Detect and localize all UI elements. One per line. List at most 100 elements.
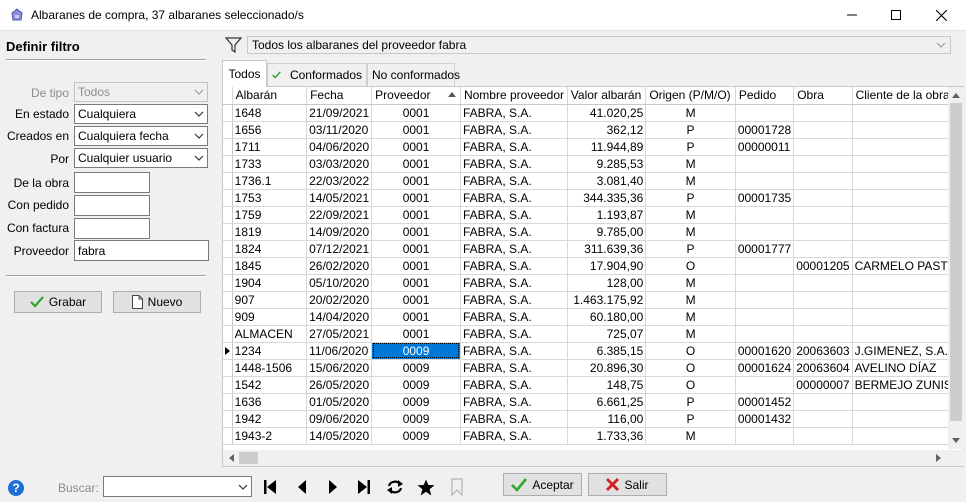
accept-button[interactable]: Aceptar bbox=[503, 473, 582, 496]
origen-cell[interactable]: P bbox=[645, 121, 736, 139]
row-indicator[interactable] bbox=[223, 274, 233, 292]
nombre-proveedor-cell[interactable]: FABRA, S.A. bbox=[460, 376, 568, 394]
valor-albaran-cell[interactable]: 6.661,25 bbox=[567, 393, 647, 411]
valor-albaran-cell[interactable]: 362,12 bbox=[567, 121, 647, 139]
proveedor-cell[interactable]: 0001 bbox=[371, 223, 461, 241]
proveedor-cell[interactable]: 0001 bbox=[371, 325, 461, 343]
column-header[interactable]: Obra bbox=[793, 87, 853, 105]
table-row[interactable]: 1448-1506 15/06/2020 0009 FABRA, S.A. 20.896… bbox=[223, 359, 963, 377]
column-header[interactable]: Cliente de la obra bbox=[852, 87, 963, 105]
row-indicator[interactable] bbox=[223, 427, 233, 445]
exit-button[interactable]: Salir bbox=[588, 473, 667, 496]
pedido-cell[interactable] bbox=[735, 172, 795, 190]
table-row[interactable]: 1753 14/05/2021 0001 FABRA, S.A. 344.335,36 P… bbox=[223, 189, 963, 207]
origen-cell[interactable]: P bbox=[645, 138, 736, 156]
nombre-proveedor-cell[interactable]: FABRA, S.A. bbox=[460, 121, 568, 139]
cliente-obra-cell[interactable]: AVELINO DÍAZ bbox=[852, 359, 963, 377]
valor-albaran-cell[interactable]: 148,75 bbox=[567, 376, 647, 394]
nombre-proveedor-cell[interactable]: FABRA, S.A. bbox=[460, 274, 568, 292]
cliente-obra-cell[interactable] bbox=[852, 325, 963, 343]
row-indicator[interactable] bbox=[223, 257, 233, 275]
pedido-cell[interactable] bbox=[735, 104, 795, 122]
table-row[interactable]: 909 14/04/2020 0001 FABRA, S.A. 60.180,00 M bbox=[223, 308, 963, 326]
albaran-cell[interactable]: 1234 bbox=[232, 342, 308, 360]
row-indicator[interactable] bbox=[223, 104, 233, 122]
cliente-obra-cell[interactable] bbox=[852, 410, 963, 428]
row-indicator[interactable] bbox=[223, 172, 233, 190]
vertical-scroll-thumb[interactable] bbox=[950, 103, 962, 421]
proveedor-cell[interactable]: 0001 bbox=[371, 240, 461, 258]
row-indicator[interactable] bbox=[223, 206, 233, 224]
nombre-proveedor-cell[interactable]: FABRA, S.A. bbox=[460, 342, 568, 360]
proveedor-cell[interactable]: 0001 bbox=[371, 138, 461, 156]
cliente-obra-cell[interactable] bbox=[852, 189, 963, 207]
nombre-proveedor-cell[interactable]: FABRA, S.A. bbox=[460, 359, 568, 377]
valor-albaran-cell[interactable]: 344.335,36 bbox=[567, 189, 647, 207]
row-indicator[interactable] bbox=[223, 393, 233, 411]
obra-cell[interactable] bbox=[793, 155, 853, 173]
nombre-proveedor-cell[interactable]: FABRA, S.A. bbox=[460, 257, 568, 275]
table-row[interactable]: 1736.1 22/03/2022 0001 FABRA, S.A. 3.081,40 M bbox=[223, 172, 963, 190]
cliente-obra-cell[interactable] bbox=[852, 172, 963, 190]
albaran-cell[interactable]: 909 bbox=[232, 308, 308, 326]
albaran-cell[interactable]: 1648 bbox=[232, 104, 308, 122]
proveedor-cell[interactable]: 0009 bbox=[371, 410, 461, 428]
column-header[interactable]: Valor albarán bbox=[567, 87, 647, 105]
fecha-cell[interactable]: 03/11/2020 bbox=[306, 121, 373, 139]
albaran-cell[interactable]: 1711 bbox=[232, 138, 308, 156]
proveedor-cell[interactable]: 0001 bbox=[371, 189, 461, 207]
table-row[interactable]: ALMACEN 27/05/2021 0001 FABRA, S.A. 725,07 M bbox=[223, 325, 963, 343]
obra-cell[interactable] bbox=[793, 427, 853, 445]
table-row[interactable]: 1711 04/06/2020 0001 FABRA, S.A. 11.944,89 P 0… bbox=[223, 138, 963, 156]
obra-cell[interactable] bbox=[793, 138, 853, 156]
pedido-cell[interactable] bbox=[735, 257, 795, 275]
origen-cell[interactable]: O bbox=[645, 342, 736, 360]
fecha-cell[interactable]: 07/12/2021 bbox=[306, 240, 373, 258]
minimize-button[interactable] bbox=[829, 0, 875, 30]
pedido-cell[interactable] bbox=[735, 376, 795, 394]
albaran-cell[interactable]: 1733 bbox=[232, 155, 308, 173]
albaran-cell[interactable]: 1736.1 bbox=[232, 172, 308, 190]
table-row[interactable]: 1819 14/09/2020 0001 FABRA, S.A. 9.785,00 M bbox=[223, 223, 963, 241]
table-row[interactable]: 1733 03/03/2020 0001 FABRA, S.A. 9.285,53 M bbox=[223, 155, 963, 173]
valor-albaran-cell[interactable]: 60.180,00 bbox=[567, 308, 647, 326]
valor-albaran-cell[interactable]: 128,00 bbox=[567, 274, 647, 292]
origen-cell[interactable]: M bbox=[645, 104, 736, 122]
pedido-cell[interactable] bbox=[735, 274, 795, 292]
tipo-select[interactable]: Todos bbox=[74, 82, 208, 102]
row-indicator[interactable] bbox=[223, 138, 233, 156]
first-record-button[interactable] bbox=[260, 477, 280, 497]
nombre-proveedor-cell[interactable]: FABRA, S.A. bbox=[460, 291, 568, 309]
valor-albaran-cell[interactable]: 17.904,90 bbox=[567, 257, 647, 275]
tab-conformados[interactable]: Conformados bbox=[267, 63, 367, 86]
column-header[interactable]: Albarán bbox=[232, 87, 308, 105]
albaran-cell[interactable]: 1845 bbox=[232, 257, 308, 275]
table-row[interactable]: 1636 01/05/2020 0009 FABRA, S.A. 6.661,25 P 00… bbox=[223, 393, 963, 411]
valor-albaran-cell[interactable]: 6.385,15 bbox=[567, 342, 647, 360]
fecha-cell[interactable]: 14/05/2020 bbox=[306, 427, 373, 445]
albaran-cell[interactable]: ALMACEN bbox=[232, 325, 308, 343]
nombre-proveedor-cell[interactable]: FABRA, S.A. bbox=[460, 393, 568, 411]
table-row[interactable]: 1942 09/06/2020 0009 FABRA, S.A. 116,00 P 0000… bbox=[223, 410, 963, 428]
fecha-cell[interactable]: 11/06/2020 bbox=[306, 342, 373, 360]
next-record-button[interactable] bbox=[323, 477, 343, 497]
valor-albaran-cell[interactable]: 11.944,89 bbox=[567, 138, 647, 156]
albaran-cell[interactable]: 907 bbox=[232, 291, 308, 309]
proveedor-cell[interactable]: 0001 bbox=[371, 172, 461, 190]
vertical-scrollbar[interactable] bbox=[948, 87, 964, 449]
pedido-cell[interactable] bbox=[735, 325, 795, 343]
row-indicator[interactable] bbox=[223, 240, 233, 258]
albaran-cell[interactable]: 1904 bbox=[232, 274, 308, 292]
row-indicator[interactable] bbox=[223, 410, 233, 428]
proveedor-cell[interactable]: 0001 bbox=[371, 291, 461, 309]
obra-cell[interactable] bbox=[793, 325, 853, 343]
obra-cell[interactable]: 00001205 bbox=[793, 257, 853, 275]
proveedor-input[interactable]: fabra bbox=[74, 240, 209, 261]
obra-cell[interactable] bbox=[793, 104, 853, 122]
obra-cell[interactable]: 20063604 bbox=[793, 359, 853, 377]
table-row[interactable]: 1234 11/06/2020 0009 FABRA, S.A. 6.385,15 O 00… bbox=[223, 342, 963, 360]
cliente-obra-cell[interactable] bbox=[852, 240, 963, 258]
last-record-button[interactable] bbox=[354, 477, 374, 497]
obra-cell[interactable] bbox=[793, 410, 853, 428]
column-header[interactable]: Origen (P/M/O) bbox=[645, 87, 736, 105]
